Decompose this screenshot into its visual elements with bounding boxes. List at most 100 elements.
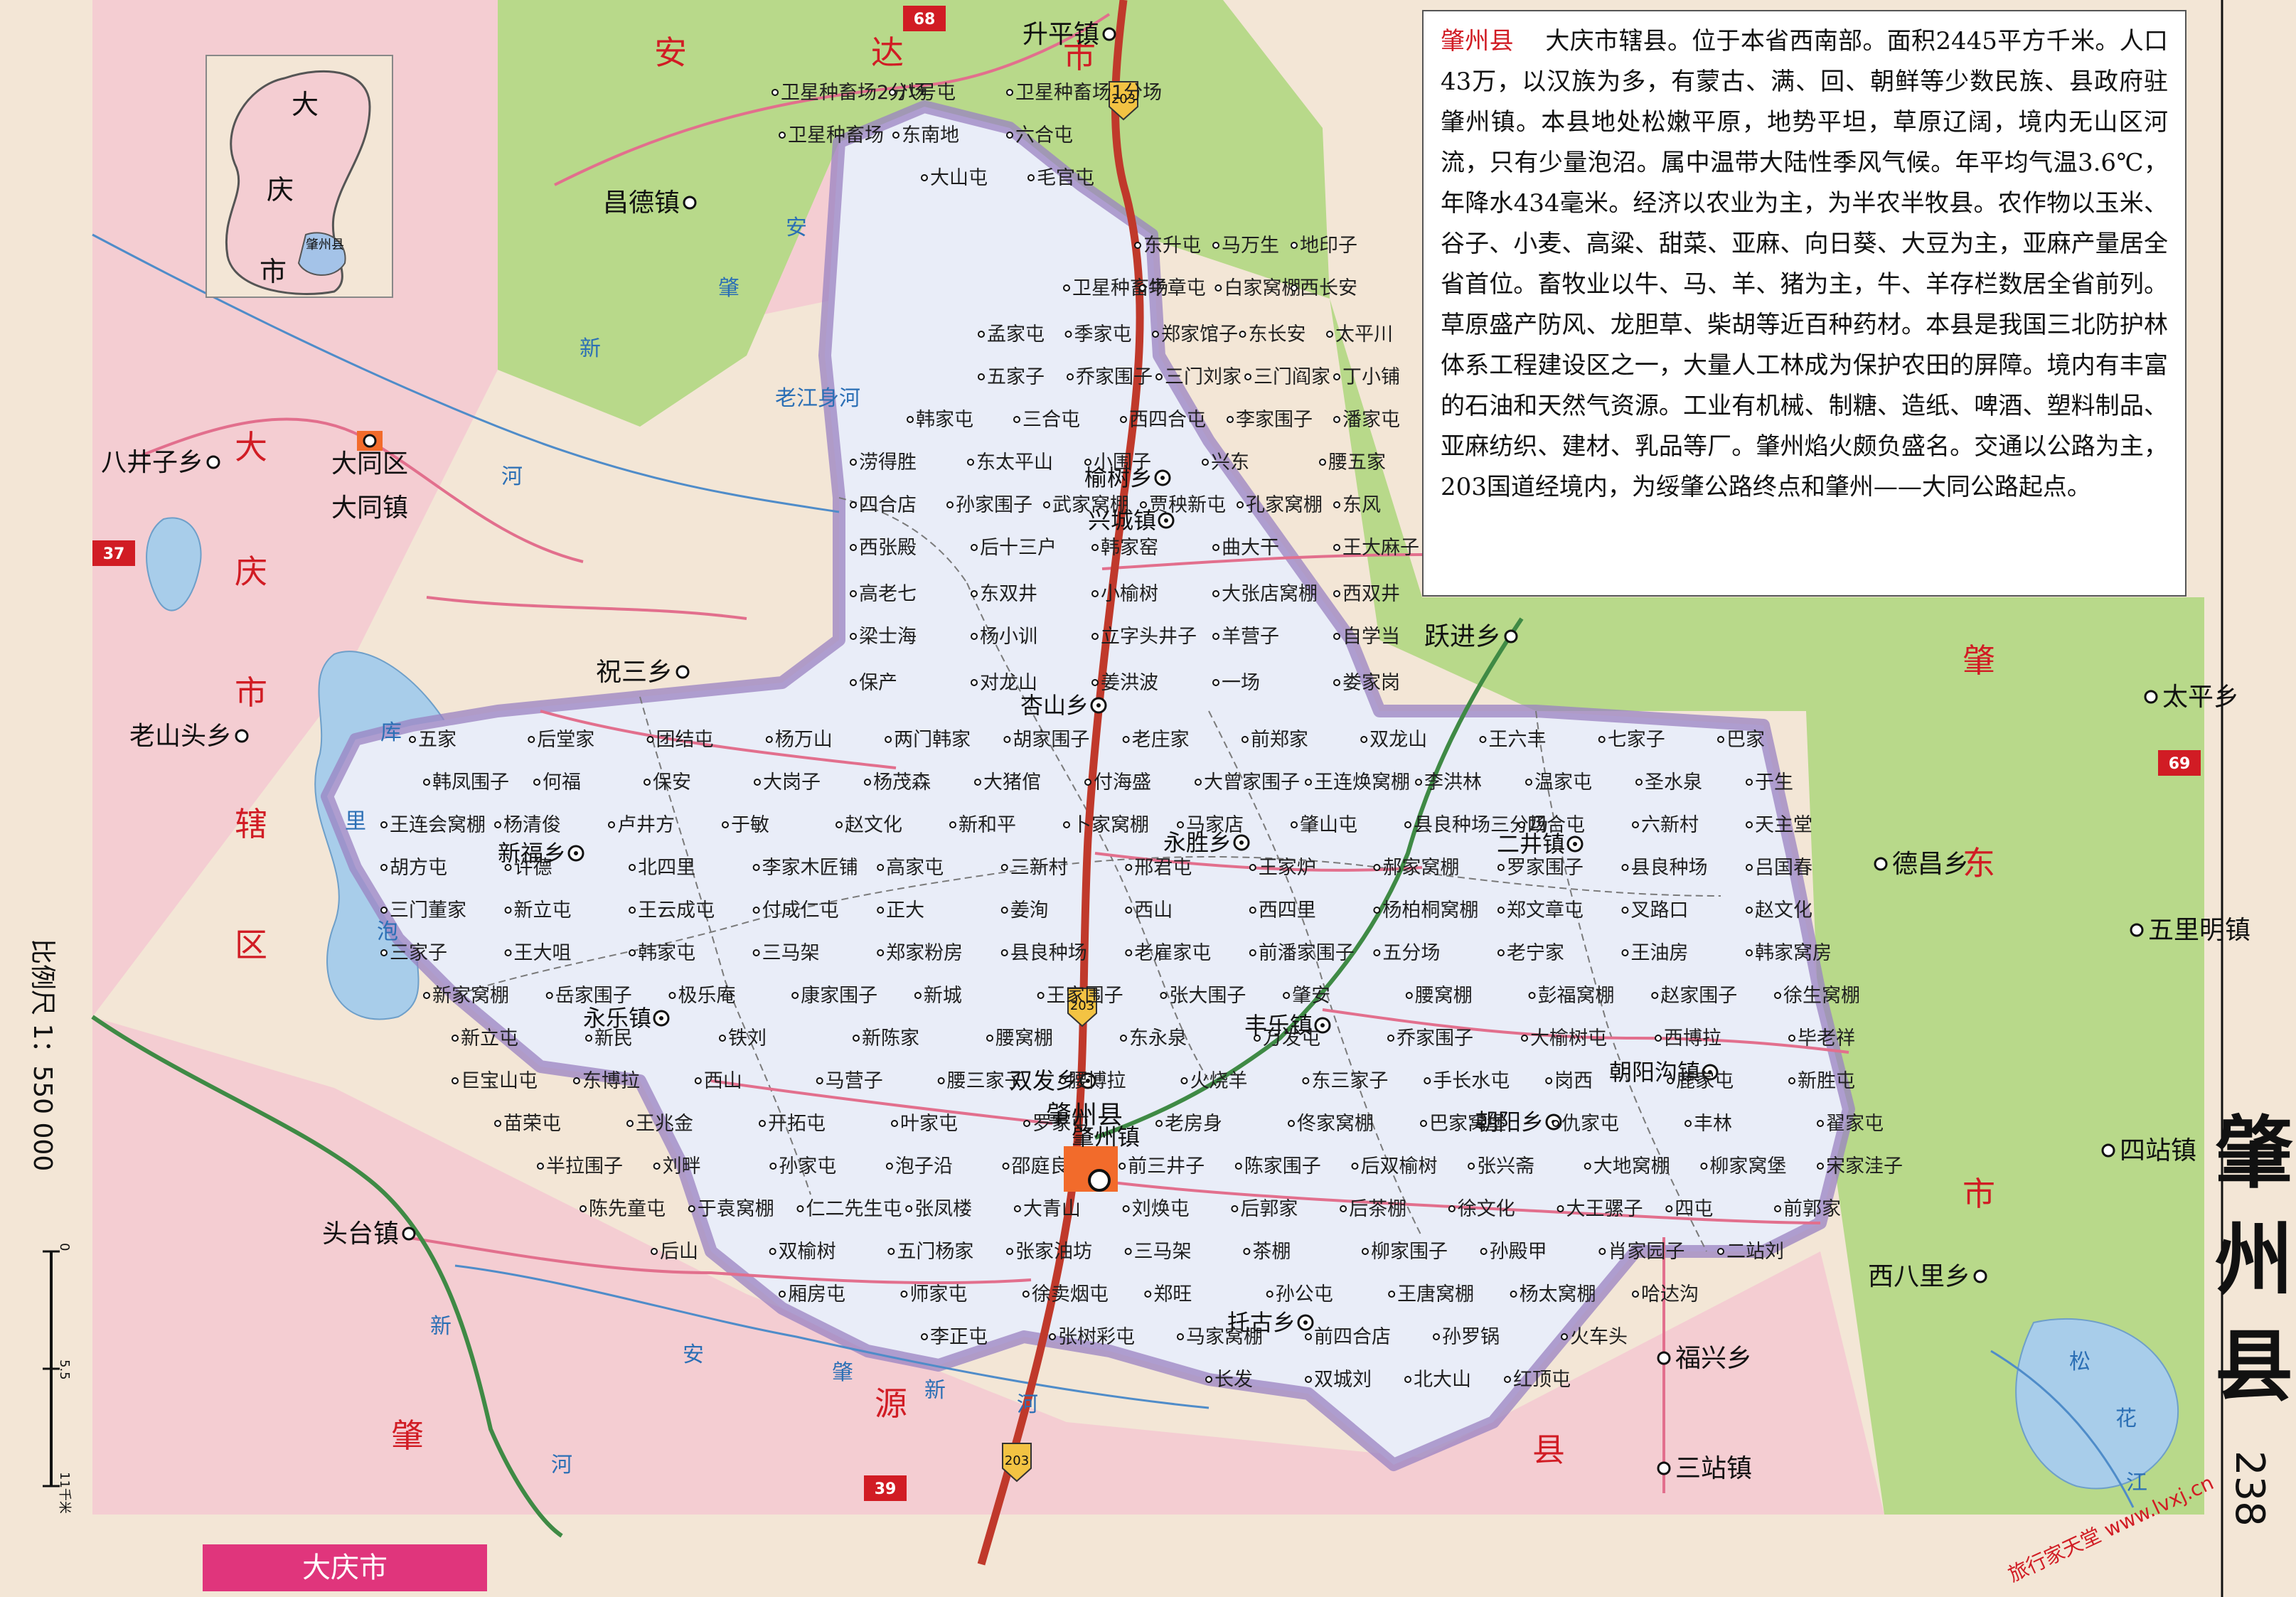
village-label: 巴家窝堡 — [1429, 1113, 1506, 1135]
village-marker: 两门韩家 — [885, 729, 971, 751]
village-label: 孙公屯 — [1276, 1283, 1333, 1305]
inset-label: 市 — [260, 256, 287, 287]
village-marker: 卫星种畜场 — [779, 124, 884, 146]
village-marker: 东双井 — [971, 583, 1037, 605]
river-label: 老江身河 — [775, 386, 860, 411]
village-label: 前郑家 — [1251, 729, 1308, 751]
village-marker: 县良种场 — [1000, 942, 1087, 964]
village-marker: 毛官屯 — [1027, 167, 1094, 189]
village-marker: 四合店 — [850, 494, 917, 516]
village-marker: 王兆金 — [626, 1113, 693, 1135]
village-label: 郑家馆子 — [1161, 324, 1238, 346]
village-marker: 叶家屯 — [891, 1113, 958, 1135]
village-marker: 陈先童屯 — [580, 1198, 666, 1220]
village-label: 杨太窝棚 — [1520, 1283, 1596, 1305]
village-label: 哈达沟 — [1641, 1283, 1699, 1305]
village-label: 三门刘家 — [1165, 366, 1242, 388]
village-label: 极乐庵 — [678, 985, 735, 1007]
village-marker: 于袁窝棚 — [688, 1198, 774, 1220]
village-label: 前潘家围子 — [1259, 942, 1355, 964]
village-marker: 吕国春 — [1746, 857, 1812, 879]
village-marker: 卫星种畜场1分场 — [1006, 82, 1162, 104]
village-label: 王唐窝棚 — [1397, 1283, 1474, 1305]
village-marker: 三门董家 — [380, 899, 466, 922]
village-marker: 付成仁屯 — [752, 899, 839, 922]
village-label: 卢井方 — [617, 814, 675, 836]
side-tab-label: 大庆市 — [302, 1551, 388, 1584]
village-marker: 潘家屯 — [1333, 409, 1400, 431]
village-label: 王连会窝棚 — [390, 814, 486, 836]
village-label: 于敏 — [731, 814, 769, 836]
village-label: 后茶棚 — [1349, 1198, 1406, 1220]
village-marker: 罗家围子 — [1497, 857, 1584, 879]
village-marker: 赵文化 — [1746, 899, 1812, 922]
village-marker: 郑家馆子 — [1152, 324, 1238, 346]
river-label: 江 — [2126, 1470, 2147, 1495]
info-box: 肇州县 大庆市辖县。位于本省西南部。面积2445平方千米。人口43万，以汉族为多… — [1422, 10, 2186, 597]
village-label: 保安 — [653, 771, 691, 794]
village-marker: 前三井子 — [1118, 1155, 1205, 1177]
county-title-char: 肇 — [2215, 1108, 2293, 1199]
river-label: 库 — [380, 720, 402, 745]
village-label: 杨茂森 — [873, 771, 931, 794]
village-label: 罗家围子 — [1507, 857, 1584, 879]
river-label: 松 — [2069, 1350, 2091, 1374]
village-label: 三门董家 — [390, 899, 466, 922]
village-label: 五门杨家 — [897, 1241, 973, 1263]
village-marker: 六合屯 — [1006, 124, 1073, 146]
village-marker: 孙殿甲 — [1480, 1241, 1547, 1263]
village-label: 许德 — [514, 857, 552, 879]
village-label: 团结屯 — [656, 729, 714, 751]
region-label: 大 — [235, 428, 267, 466]
village-label: 姜洵 — [1010, 899, 1049, 922]
village-label: 于生 — [1755, 771, 1793, 794]
village-marker: 马营子 — [816, 1070, 883, 1092]
village-marker: 李洪林 — [1415, 771, 1482, 794]
page-ref-68: 68 — [914, 11, 936, 28]
region-label: 县 — [1532, 1431, 1565, 1469]
village-label: 老房身 — [1165, 1113, 1222, 1135]
village-label: 曲大干 — [1222, 537, 1279, 559]
river-label: 河 — [551, 1453, 572, 1478]
village-label: 新立屯 — [514, 899, 572, 922]
village-label: 新陈家 — [862, 1027, 919, 1049]
village-label: 马家店 — [1186, 814, 1244, 836]
village-marker: 张兴斋 — [1468, 1155, 1534, 1177]
village-label: 邢君屯 — [1134, 857, 1192, 879]
village-marker: 大青山 — [1013, 1198, 1081, 1220]
village-label: 西四合屯 — [1129, 409, 1206, 431]
village-marker: 后十三户 — [971, 537, 1057, 559]
village-marker: 高老七 — [850, 583, 917, 605]
county-title-char: 县 — [2215, 1321, 2293, 1412]
village-marker: 王大咀 — [504, 942, 572, 964]
village-label: 后郭家 — [1240, 1198, 1298, 1220]
village-marker: 叉路口 — [1621, 899, 1688, 922]
village-label: 大青山 — [1023, 1198, 1081, 1220]
village-label: 县良种场 — [1010, 942, 1087, 964]
village-label: 东永泉 — [1129, 1027, 1187, 1049]
village-marker: 胡方屯 — [380, 857, 447, 879]
village-label: 保产 — [859, 672, 897, 694]
village-label: 大曾家围子 — [1204, 771, 1300, 794]
village-label: 大榆树屯 — [1530, 1027, 1607, 1049]
village-marker: 李正屯 — [921, 1326, 988, 1348]
village-label: 新家窝棚 — [432, 985, 509, 1007]
village-label: 北大山 — [1414, 1369, 1471, 1391]
side-tab: 大庆市 — [203, 1544, 487, 1591]
village-label: 新胜屯 — [1798, 1070, 1855, 1092]
village-marker: 西四里 — [1249, 899, 1316, 922]
inset-county-label: 肇州县 — [306, 237, 344, 252]
village-label: 老庄家 — [1132, 729, 1190, 751]
village-marker: 八号屯 — [889, 82, 956, 104]
village-marker: 徐卖烟屯 — [1022, 1283, 1109, 1305]
place-town: 五里明镇 — [2130, 916, 2250, 945]
village-label: 乔家围子 — [1076, 366, 1153, 388]
village-marker: 苗荣屯 — [494, 1113, 561, 1135]
village-label: 苗荣屯 — [503, 1113, 561, 1135]
village-label: 柳家窝堡 — [1709, 1155, 1786, 1177]
village-label: 后双榆树 — [1360, 1155, 1437, 1177]
village-marker: 孙家围子 — [946, 494, 1032, 516]
village-label: 前三井子 — [1128, 1155, 1205, 1177]
place-label: 太平乡 — [2162, 683, 2239, 712]
village-label: 腰博拉 — [1069, 1070, 1126, 1092]
